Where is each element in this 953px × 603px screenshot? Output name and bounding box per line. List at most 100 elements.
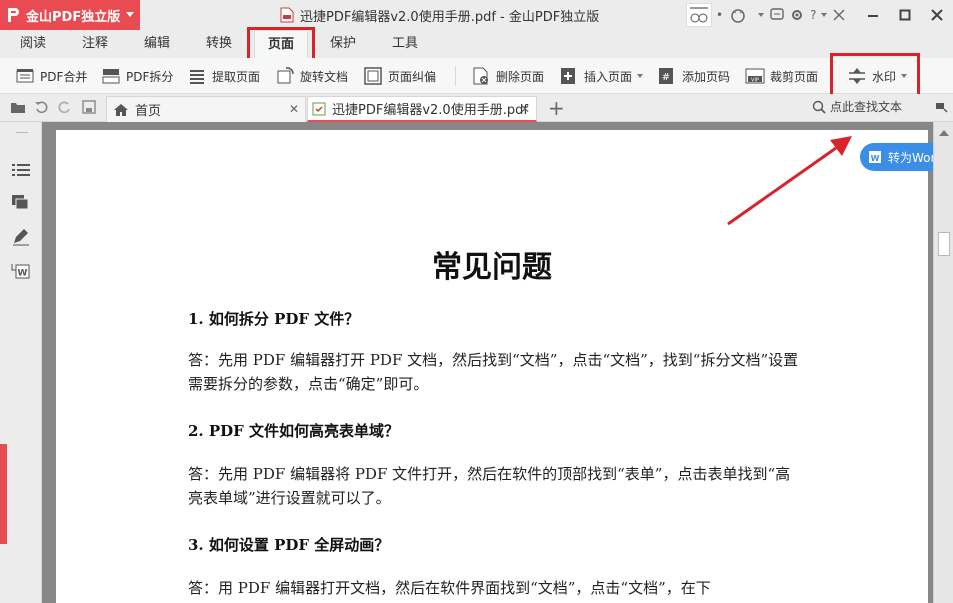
delete-page-button[interactable]: 删除页面: [470, 64, 544, 88]
convert-to-word-button[interactable]: W 转为Word: [860, 143, 944, 171]
pdf-document-icon: [312, 102, 326, 115]
skin-caret-icon[interactable]: [753, 0, 765, 30]
crop-icon: VIP: [745, 68, 765, 84]
document-viewport: W 转为Word 常见问题 1. 如何拆分 PDF 文件？ 答：先用 PDF 编…: [42, 122, 944, 603]
undo-icon[interactable]: [34, 100, 48, 117]
close-button[interactable]: [921, 0, 953, 30]
vertical-scrollbar[interactable]: [933, 122, 953, 603]
deskew-icon: [364, 67, 382, 85]
outline-icon[interactable]: [11, 162, 31, 181]
tab-home-label: 首页: [135, 104, 162, 119]
app-logo-icon: [8, 8, 19, 22]
close-pdf-tab-icon[interactable]: ✕: [520, 102, 530, 116]
pin-icon[interactable]: [934, 100, 948, 117]
annotation-pen-icon[interactable]: [11, 228, 31, 249]
page-number-button[interactable]: # 添加页码: [656, 64, 730, 88]
svg-text:W: W: [871, 154, 880, 163]
tab-home[interactable]: 首页 ✕: [106, 96, 306, 122]
find-text-search[interactable]: 点此查找文本: [812, 98, 902, 115]
avatar[interactable]: [686, 3, 712, 27]
search-icon: [812, 100, 826, 114]
scroll-up-icon[interactable]: [939, 130, 949, 136]
save-icon[interactable]: [82, 100, 96, 117]
watermark-highlight: [830, 53, 920, 99]
answer-1: 答：先用 PDF 编辑器打开 PDF 文档，然后找到“文档”，点击“文档”，找到…: [188, 351, 799, 393]
word-convert-icon[interactable]: W: [11, 262, 31, 283]
merge-button[interactable]: PDF合并: [14, 64, 87, 88]
sidebar-grip: [16, 132, 28, 133]
extract-page-button[interactable]: 提取页面: [186, 64, 260, 88]
thumbnails-icon[interactable]: [11, 194, 31, 213]
tab-pdf-label: 迅捷PDF编辑器v2.0使用手册.pdf: [332, 103, 528, 118]
pdf-page: W 转为Word 常见问题 1. 如何拆分 PDF 文件？ 答：先用 PDF 编…: [56, 130, 944, 603]
split-button[interactable]: PDF拆分: [100, 64, 173, 88]
split-icon: [102, 69, 120, 84]
home-icon: [114, 103, 128, 116]
tab-pdf-document[interactable]: 迅捷PDF编辑器v2.0使用手册.pdf ✕: [307, 96, 537, 122]
window-title-text: 迅捷PDF编辑器v2.0使用手册.pdf - 金山PDF独立版: [300, 9, 600, 25]
question-1: 1. 如何拆分 PDF 文件？: [188, 310, 360, 328]
sidebar-collapse-handle[interactable]: [0, 444, 7, 544]
open-folder-icon[interactable]: [10, 100, 26, 117]
tab-tools[interactable]: 工具: [380, 30, 430, 58]
svg-text:#: #: [662, 72, 670, 83]
title-controls: • ?: [716, 0, 851, 30]
minimize-button[interactable]: [857, 0, 889, 30]
question-2: 2. PDF 文件如何高亮表单域？: [188, 422, 400, 440]
skin-icon[interactable]: [729, 0, 747, 30]
deskew-button[interactable]: 页面纠偏: [362, 64, 436, 88]
close-icon: [931, 9, 943, 21]
dot-icon: •: [716, 8, 724, 22]
message-icon[interactable]: [770, 0, 784, 30]
document-title: 常见问题: [432, 250, 552, 285]
tab-edit[interactable]: 编辑: [132, 30, 182, 58]
merge-icon: [16, 69, 34, 83]
page-number-icon: #: [659, 68, 673, 84]
brand-caret-icon: [126, 12, 134, 17]
tab-protect[interactable]: 保护: [318, 30, 368, 58]
extract-label: 提取页面: [212, 69, 261, 84]
insert-page-label: 插入页面: [584, 69, 633, 84]
menu-bar: 阅读 注释 编辑 转换 页面 保护 工具: [0, 30, 953, 58]
rotate-button[interactable]: 旋转文档: [274, 64, 348, 88]
delete-page-label: 删除页面: [496, 69, 545, 84]
help-icon[interactable]: ?: [810, 0, 828, 30]
tab-read[interactable]: 阅读: [8, 30, 58, 58]
rotate-label: 旋转文档: [300, 69, 349, 84]
merge-label: PDF合并: [40, 69, 88, 84]
window-title: 迅捷PDF编辑器v2.0使用手册.pdf - 金山PDF独立版: [280, 0, 599, 30]
app-menu-button[interactable]: 金山PDF独立版: [0, 0, 140, 30]
maximize-button[interactable]: [889, 0, 921, 30]
word-doc-icon: W: [869, 151, 881, 163]
svg-text:W: W: [18, 269, 28, 279]
svg-text:VIP: VIP: [751, 78, 759, 84]
tab-annotate[interactable]: 注释: [70, 30, 120, 58]
extract-icon: [190, 70, 204, 84]
deskew-label: 页面纠偏: [388, 69, 437, 84]
app-window: 金山PDF独立版 迅捷PDF编辑器v2.0使用手册.pdf - 金山PDF独立版…: [0, 0, 953, 603]
crop-label: 裁剪页面: [770, 69, 819, 84]
left-sidebar: W: [0, 122, 42, 603]
pdf-file-icon: [280, 7, 294, 23]
insert-page-button[interactable]: 插入页面: [558, 64, 644, 88]
crop-page-button[interactable]: VIP 裁剪页面: [744, 64, 818, 88]
answer-3: 答：用 PDF 编辑器打开文档，然后在软件界面找到“文档”，点击“文档”，在下: [188, 579, 711, 597]
settings-gear-icon[interactable]: [790, 0, 804, 30]
toolbar-separator: [455, 66, 456, 86]
insert-page-icon: [561, 68, 575, 84]
answer-2: 答：先用 PDF 编辑器将 PDF 文件打开，然后在软件的顶部找到“表单”，点击…: [188, 465, 791, 507]
new-tab-button[interactable]: +: [548, 94, 565, 122]
redo-icon[interactable]: [58, 100, 72, 117]
tab-convert[interactable]: 转换: [194, 30, 244, 58]
maximize-icon: [899, 9, 911, 21]
search-placeholder: 点此查找文本: [830, 100, 903, 114]
minimize-icon: [868, 15, 878, 17]
page-toolbar: PDF合并 PDF拆分 提取页面 旋转文档 页面纠偏 删除页面 插入页面 # 添…: [0, 58, 953, 94]
fullscreen-icon[interactable]: [833, 0, 845, 30]
delete-page-icon: [473, 67, 488, 85]
scroll-thumb[interactable]: [938, 232, 950, 256]
close-home-tab-icon[interactable]: ✕: [289, 102, 299, 116]
avatar-icon: [690, 7, 708, 23]
app-brand-name: 金山PDF独立版: [26, 9, 121, 25]
page-number-label: 添加页码: [682, 69, 731, 84]
